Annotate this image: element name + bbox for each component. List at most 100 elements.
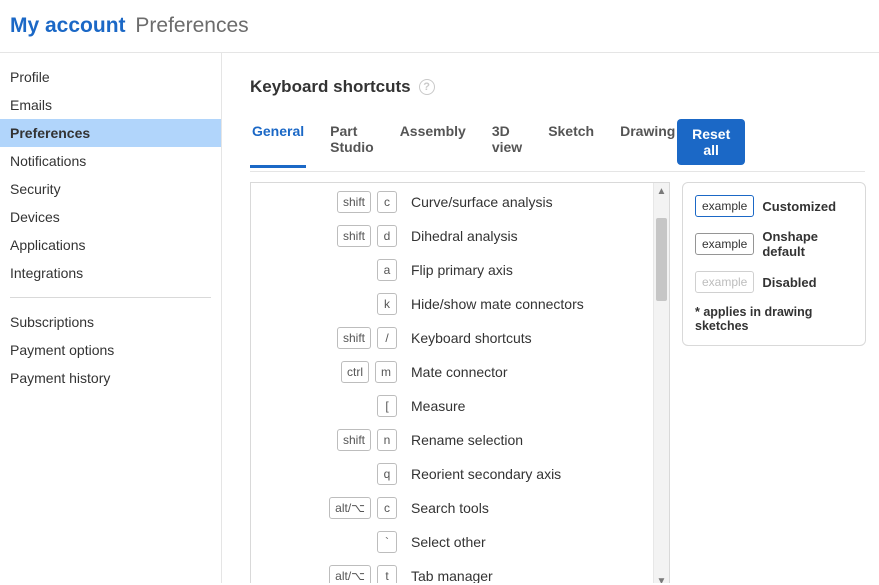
shortcut-keys: alt/⌥ c — [251, 497, 411, 519]
sidebar-item-integrations[interactable]: Integrations — [0, 259, 221, 287]
legend-label: Customized — [762, 199, 836, 214]
tab-partstudio[interactable]: Part Studio — [328, 123, 376, 167]
key-badge: alt/⌥ — [329, 565, 371, 583]
key-badge: t — [377, 565, 397, 583]
tab-general[interactable]: General — [250, 123, 306, 168]
shortcut-keys: shiftd — [251, 225, 411, 247]
key-badge: n — [377, 429, 397, 451]
help-icon[interactable]: ? — [419, 79, 435, 95]
legend-label: Onshape default — [762, 229, 853, 259]
shortcut-row[interactable]: shiftcCurve/surface analysis — [251, 185, 669, 219]
scroll-down-arrow[interactable]: ▼ — [654, 573, 669, 583]
scroll-up-arrow[interactable]: ▲ — [654, 183, 669, 199]
sidebar-nav: ProfileEmailsPreferencesNotificationsSec… — [0, 53, 222, 583]
shortcut-keys: alt/⌥ t — [251, 565, 411, 583]
shortcut-row[interactable]: alt/⌥ t Tab manager — [251, 559, 669, 583]
shortcut-keys: shiftc — [251, 191, 411, 213]
shortcut-description: Keyboard shortcuts — [411, 330, 669, 346]
legend-row-disabled: example Disabled — [695, 271, 853, 293]
shortcut-row[interactable]: a Flip primary axis — [251, 253, 669, 287]
shortcut-description: Measure — [411, 398, 669, 414]
shortcut-row[interactable]: alt/⌥ c Search tools — [251, 491, 669, 525]
tabs: General Part Studio Assembly 3D view Sketch D… — [250, 123, 677, 167]
shortcut-keys: a — [251, 259, 411, 281]
legend-label: Disabled — [762, 275, 816, 290]
shortcut-row[interactable]: shiftnRename selection — [251, 423, 669, 457]
key-badge: ` — [377, 531, 397, 553]
shortcut-row[interactable]: [ Measure — [251, 389, 669, 423]
scrollbar[interactable]: ▲ ▼ — [653, 183, 669, 583]
key-badge: d — [377, 225, 397, 247]
tab-3dview[interactable]: 3D view — [490, 123, 524, 167]
shortcut-row[interactable]: shift / Keyboard shortcuts — [251, 321, 669, 355]
key-badge: k — [377, 293, 397, 315]
shortcut-row[interactable]: q Reorient secondary axis — [251, 457, 669, 491]
key-badge: / — [377, 327, 397, 349]
scroll-thumb[interactable] — [656, 218, 667, 301]
page-header: My account Preferences — [0, 0, 879, 53]
shortcut-keys: k — [251, 293, 411, 315]
legend-note: * applies in drawing sketches — [695, 305, 853, 333]
sidebar-item-profile[interactable]: Profile — [0, 63, 221, 91]
key-badge: shift — [337, 225, 371, 247]
sidebar-item-payment-options[interactable]: Payment options — [0, 336, 221, 364]
key-badge: c — [377, 191, 397, 213]
legend-row-default: example Onshape default — [695, 229, 853, 259]
key-badge: alt/⌥ — [329, 497, 371, 519]
section-title-text: Keyboard shortcuts — [250, 77, 411, 97]
legend-panel: exampleCustomizedexampleOnshape defaulte… — [682, 182, 866, 346]
shortcut-row[interactable]: k Hide/show mate connectors — [251, 287, 669, 321]
legend-badge: example — [695, 271, 754, 293]
legend-badge: example — [695, 233, 754, 255]
shortcut-pane: shiftcCurve/surface analysisshiftdDihedr… — [250, 182, 670, 583]
shortcut-description: Reorient secondary axis — [411, 466, 669, 482]
shortcut-description: Flip primary axis — [411, 262, 669, 278]
page-subtitle: Preferences — [135, 14, 248, 37]
shortcut-description: Hide/show mate connectors — [411, 296, 669, 312]
key-badge: c — [377, 497, 397, 519]
shortcut-keys: shiftn — [251, 429, 411, 451]
key-badge: a — [377, 259, 397, 281]
sidebar-item-security[interactable]: Security — [0, 175, 221, 203]
sidebar-item-payment-history[interactable]: Payment history — [0, 364, 221, 392]
tab-assembly[interactable]: Assembly — [398, 123, 468, 167]
shortcut-keys: q — [251, 463, 411, 485]
key-badge: shift — [337, 429, 371, 451]
key-badge: shift — [337, 191, 371, 213]
main-content: Keyboard shortcuts ? General Part Studio A… — [222, 53, 879, 583]
tab-drawing[interactable]: Drawing — [618, 123, 677, 167]
sidebar-item-notifications[interactable]: Notifications — [0, 147, 221, 175]
shortcut-row[interactable]: ctrlmMate connector — [251, 355, 669, 389]
tab-sketch[interactable]: Sketch — [546, 123, 596, 167]
sidebar-item-devices[interactable]: Devices — [0, 203, 221, 231]
legend-badge: example — [695, 195, 754, 217]
shortcut-keys: [ — [251, 395, 411, 417]
shortcut-description: Rename selection — [411, 432, 669, 448]
key-badge: q — [377, 463, 397, 485]
shortcut-description: Dihedral analysis — [411, 228, 669, 244]
sidebar-item-applications[interactable]: Applications — [0, 231, 221, 259]
shortcut-keys: ctrlm — [251, 361, 411, 383]
key-badge: m — [375, 361, 397, 383]
shortcut-list: shiftcCurve/surface analysisshiftdDihedr… — [251, 183, 669, 583]
reset-all-button[interactable]: Reset all — [677, 119, 745, 165]
tab-row: General Part Studio Assembly 3D view Sketch D… — [250, 119, 865, 172]
legend-row-customized: example Customized — [695, 195, 853, 217]
page-title: My account — [10, 14, 126, 37]
key-badge: [ — [377, 395, 397, 417]
key-badge: shift — [337, 327, 371, 349]
shortcut-row[interactable]: ` Select other — [251, 525, 669, 559]
shortcut-description: Select other — [411, 534, 669, 550]
shortcut-description: Tab manager — [411, 568, 669, 583]
key-badge: ctrl — [341, 361, 369, 383]
shortcut-keys: ` — [251, 531, 411, 553]
shortcut-description: Curve/surface analysis — [411, 194, 669, 210]
sidebar-item-emails[interactable]: Emails — [0, 91, 221, 119]
sidebar-item-preferences[interactable]: Preferences — [0, 119, 221, 147]
section-title: Keyboard shortcuts ? — [250, 77, 865, 97]
shortcut-description: Search tools — [411, 500, 669, 516]
sidebar-separator — [10, 297, 211, 298]
sidebar-item-subscriptions[interactable]: Subscriptions — [0, 308, 221, 336]
shortcut-row[interactable]: shiftdDihedral analysis — [251, 219, 669, 253]
shortcut-keys: shift / — [251, 327, 411, 349]
